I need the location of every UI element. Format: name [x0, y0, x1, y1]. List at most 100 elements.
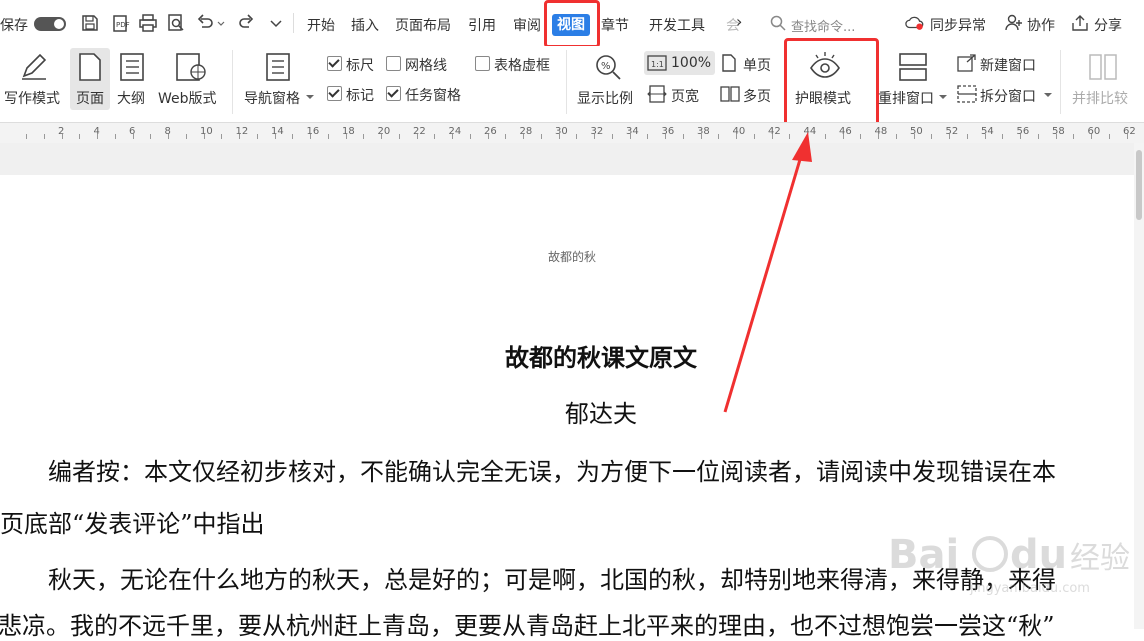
print-icon[interactable] [138, 13, 158, 33]
ruler-tick [487, 134, 489, 139]
ruler-checkbox[interactable] [327, 56, 342, 71]
outline-view-icon[interactable] [118, 52, 146, 82]
zoom-button[interactable]: 显示比例 [577, 88, 633, 108]
save-icon[interactable] [80, 13, 100, 33]
rearrange-windows-icon[interactable] [897, 52, 929, 82]
tab-home[interactable]: 开始 [307, 15, 335, 35]
ruler-number: 10 [200, 126, 213, 137]
page-view-button[interactable]: 页面 [76, 88, 104, 108]
gridlines-checkbox-label: 网格线 [405, 58, 447, 74]
ruler-tick [1091, 134, 1092, 139]
scrollbar-thumb[interactable] [1136, 150, 1142, 220]
single-page-icon[interactable] [720, 54, 738, 72]
write-mode-button[interactable]: 写作模式 [4, 88, 60, 108]
ruler-number: 56 [1016, 126, 1030, 137]
ruler-number: 46 [839, 126, 852, 137]
divider [566, 50, 567, 114]
ruler-tick [26, 134, 27, 139]
more-tabs-chevron-icon[interactable]: › [736, 12, 742, 31]
svg-text:1:1: 1:1 [651, 60, 664, 69]
ruler-tick [611, 134, 613, 139]
ruler-number: 24 [448, 126, 462, 137]
ruler-tick [949, 134, 950, 139]
split-window-icon[interactable] [957, 85, 977, 103]
export-pdf-icon[interactable]: PDF [110, 13, 130, 33]
web-layout-button[interactable]: Web版式 [158, 88, 217, 108]
collaborate-button[interactable]: 协作 [1027, 15, 1055, 35]
share-icon[interactable] [1070, 13, 1090, 33]
gridlines-checkbox[interactable] [386, 56, 401, 71]
web-layout-icon[interactable] [174, 52, 208, 82]
table-gridlines-checkbox[interactable] [475, 56, 490, 71]
zoom-100-button[interactable]: 100% [671, 55, 711, 71]
ruler-tick [274, 134, 276, 139]
undo-dropdown-icon[interactable] [216, 13, 226, 33]
split-window-button[interactable]: 拆分窗口 [980, 86, 1036, 106]
ruler-number: 58 [1052, 126, 1065, 137]
customize-quick-access-icon[interactable] [266, 13, 286, 33]
ruler-tick [931, 134, 933, 139]
nav-pane-button[interactable]: 导航窗格 [244, 88, 300, 108]
tab-references[interactable]: 引用 [468, 15, 496, 35]
ruler-tick [61, 134, 63, 139]
outline-view-button[interactable]: 大纲 [117, 88, 145, 108]
ruler-checkbox-label: 标尺 [346, 58, 374, 74]
tab-insert[interactable]: 插入 [351, 15, 379, 35]
ruler-tick [895, 134, 897, 139]
svg-text:PDF: PDF [116, 21, 130, 29]
ruler-number: 52 [945, 126, 959, 137]
ruler-tick [1037, 134, 1039, 139]
ruler-tick [1108, 134, 1110, 139]
ruler-tick [221, 134, 223, 139]
page-width-button[interactable]: 页宽 [671, 86, 699, 106]
nav-pane-icon[interactable] [264, 52, 292, 82]
nav-pane-dropdown-icon[interactable] [305, 92, 315, 102]
single-page-button[interactable]: 单页 [743, 55, 771, 75]
redo-icon[interactable] [236, 13, 256, 33]
ruler-tick [185, 134, 187, 139]
side-by-side-icon[interactable] [1088, 52, 1118, 82]
cloud-sync-icon[interactable] [905, 13, 925, 33]
new-window-icon[interactable] [957, 54, 977, 72]
tab-review[interactable]: 审阅 [513, 15, 541, 35]
collaborate-icon[interactable] [1004, 13, 1024, 33]
save-label[interactable]: 保存 [0, 15, 28, 35]
ruler-tick [913, 134, 915, 139]
new-window-button[interactable]: 新建窗口 [980, 55, 1036, 75]
ruler-tick [469, 134, 471, 139]
tab-developer[interactable]: 开发工具 [649, 15, 705, 35]
command-search-input[interactable]: 查找命令... [791, 16, 855, 35]
multi-page-button[interactable]: 多页 [743, 86, 771, 106]
ruler-tick [239, 134, 240, 139]
print-preview-icon[interactable] [166, 13, 186, 33]
zoom-icon[interactable]: % [593, 52, 623, 82]
ruler-number: 12 [235, 126, 249, 137]
rearrange-windows-button[interactable]: 重排窗口 [878, 88, 934, 108]
autosave-toggle[interactable] [34, 17, 66, 31]
page-width-icon[interactable] [647, 85, 667, 103]
ruler-number: 62 [1123, 126, 1136, 137]
page-view-icon[interactable] [76, 52, 104, 82]
ruler-tick [168, 134, 169, 139]
undo-icon[interactable] [195, 13, 215, 33]
svg-text:jingyan.baidu.com: jingyan.baidu.com [969, 581, 1090, 596]
markup-checkbox[interactable] [327, 86, 342, 101]
ruler-tick [452, 134, 453, 139]
zoom-100-icon[interactable]: 1:1 [647, 55, 667, 71]
ruler-tick [540, 134, 542, 139]
horizontal-ruler[interactable]: 2 4 6 8 10 12 14 16 18 20 22 24 26 28 30 32 34 36 38 40 42 44… [0, 122, 1144, 144]
rearrange-dropdown-icon[interactable] [938, 92, 948, 102]
multi-page-icon[interactable] [720, 85, 740, 103]
baidu-watermark-logo: Bai du 经验 jingyan.baidu.com [888, 532, 1130, 596]
split-window-dropdown-icon[interactable] [1043, 90, 1053, 100]
task-pane-checkbox[interactable] [386, 86, 401, 101]
document-author: 郁达夫 [565, 400, 637, 428]
ruler-number: 22 [413, 126, 426, 137]
share-button[interactable]: 分享 [1094, 15, 1122, 35]
ruler-tick [79, 134, 81, 139]
side-by-side-button[interactable]: 并排比较 [1072, 88, 1128, 108]
write-mode-icon[interactable] [18, 52, 50, 82]
sync-status-button[interactable]: 同步异常 [930, 15, 986, 35]
tab-page-layout[interactable]: 页面布局 [395, 15, 451, 35]
tab-chapter[interactable]: 章节 [601, 15, 629, 35]
